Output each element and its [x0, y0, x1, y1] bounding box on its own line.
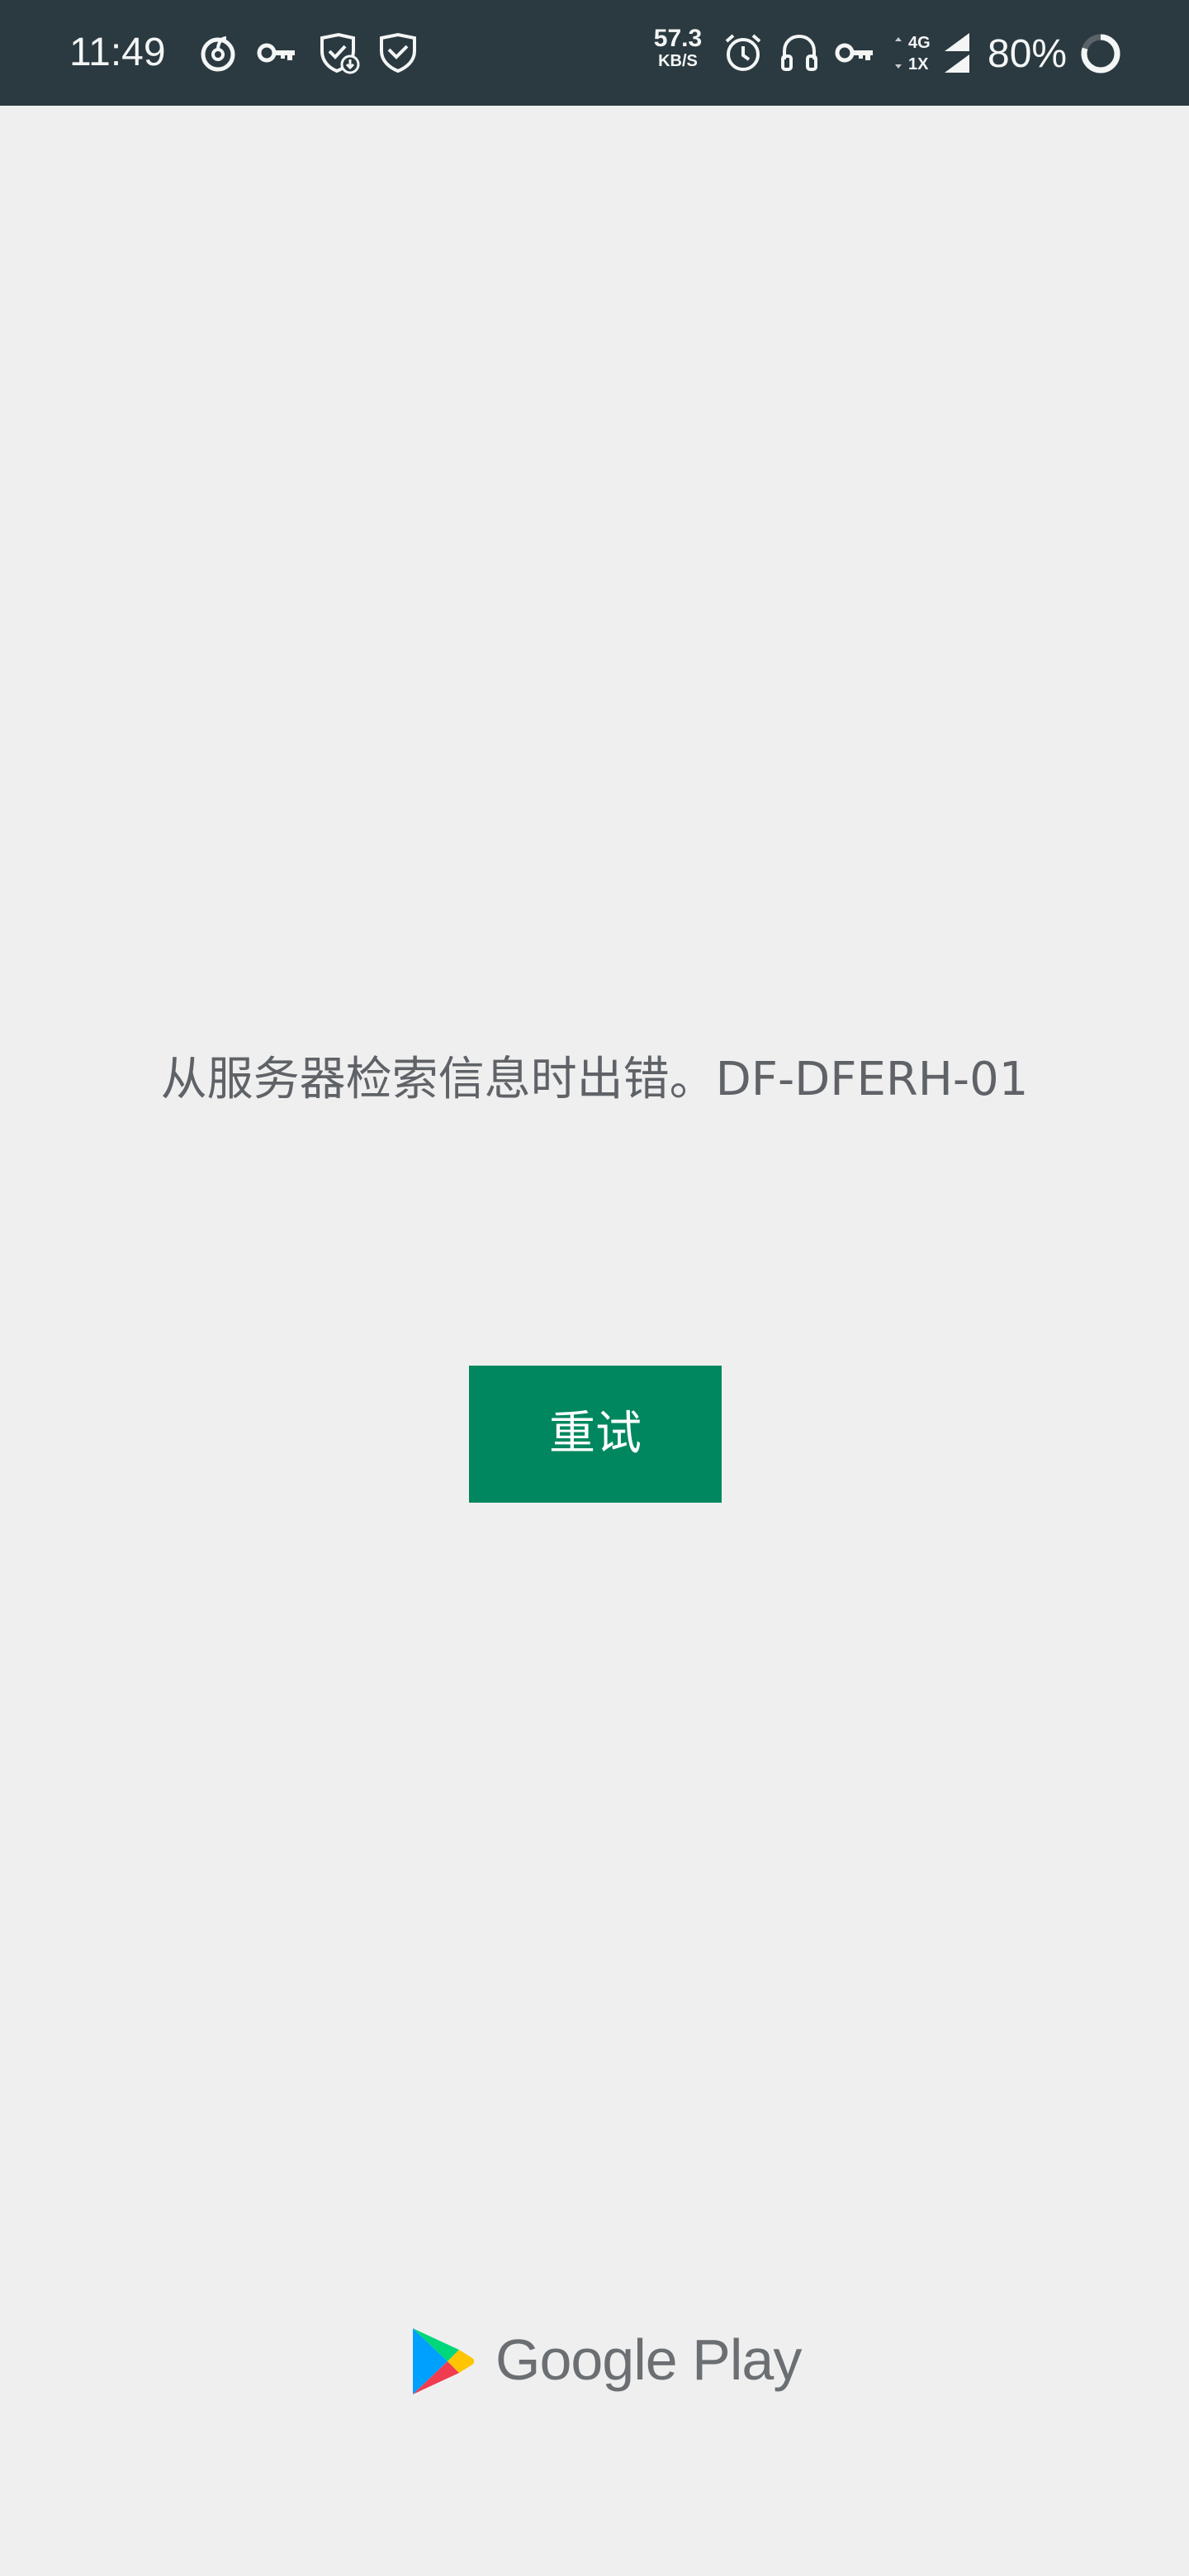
google-play-branding: Google Play: [405, 2322, 802, 2398]
network-speed: 57.3 KB/S: [649, 26, 707, 71]
network-speed-unit: KB/S: [658, 52, 698, 70]
vpn-key-icon: [835, 43, 873, 63]
alarm-icon: [725, 34, 761, 71]
google-play-logo-icon: [413, 2328, 474, 2394]
network-speed-value: 57.3: [653, 25, 703, 52]
headphones-icon: [781, 34, 817, 71]
network-type: 4G: [908, 34, 931, 52]
netease-music-icon: [201, 36, 235, 72]
status-time: 11:49: [69, 31, 166, 74]
network-sub: 1X: [908, 55, 929, 73]
retry-button[interactable]: 重试: [469, 1366, 722, 1503]
shield-check-download-icon: [320, 32, 360, 74]
shield-check-icon: [380, 32, 416, 73]
signal-icon: 4G 1X: [895, 33, 969, 73]
status-bar: 11:49 57.3 KB/S 4G 1X 80%: [0, 0, 1189, 106]
battery-percent: 80%: [988, 32, 1068, 76]
google-play-wordmark: Google Play: [495, 2327, 802, 2392]
battery-ring-icon: [1081, 34, 1120, 73]
vpn-key-icon: [257, 43, 295, 63]
error-message: 从服务器检索信息时出错。DF-DFERH-01: [160, 1053, 1029, 1106]
